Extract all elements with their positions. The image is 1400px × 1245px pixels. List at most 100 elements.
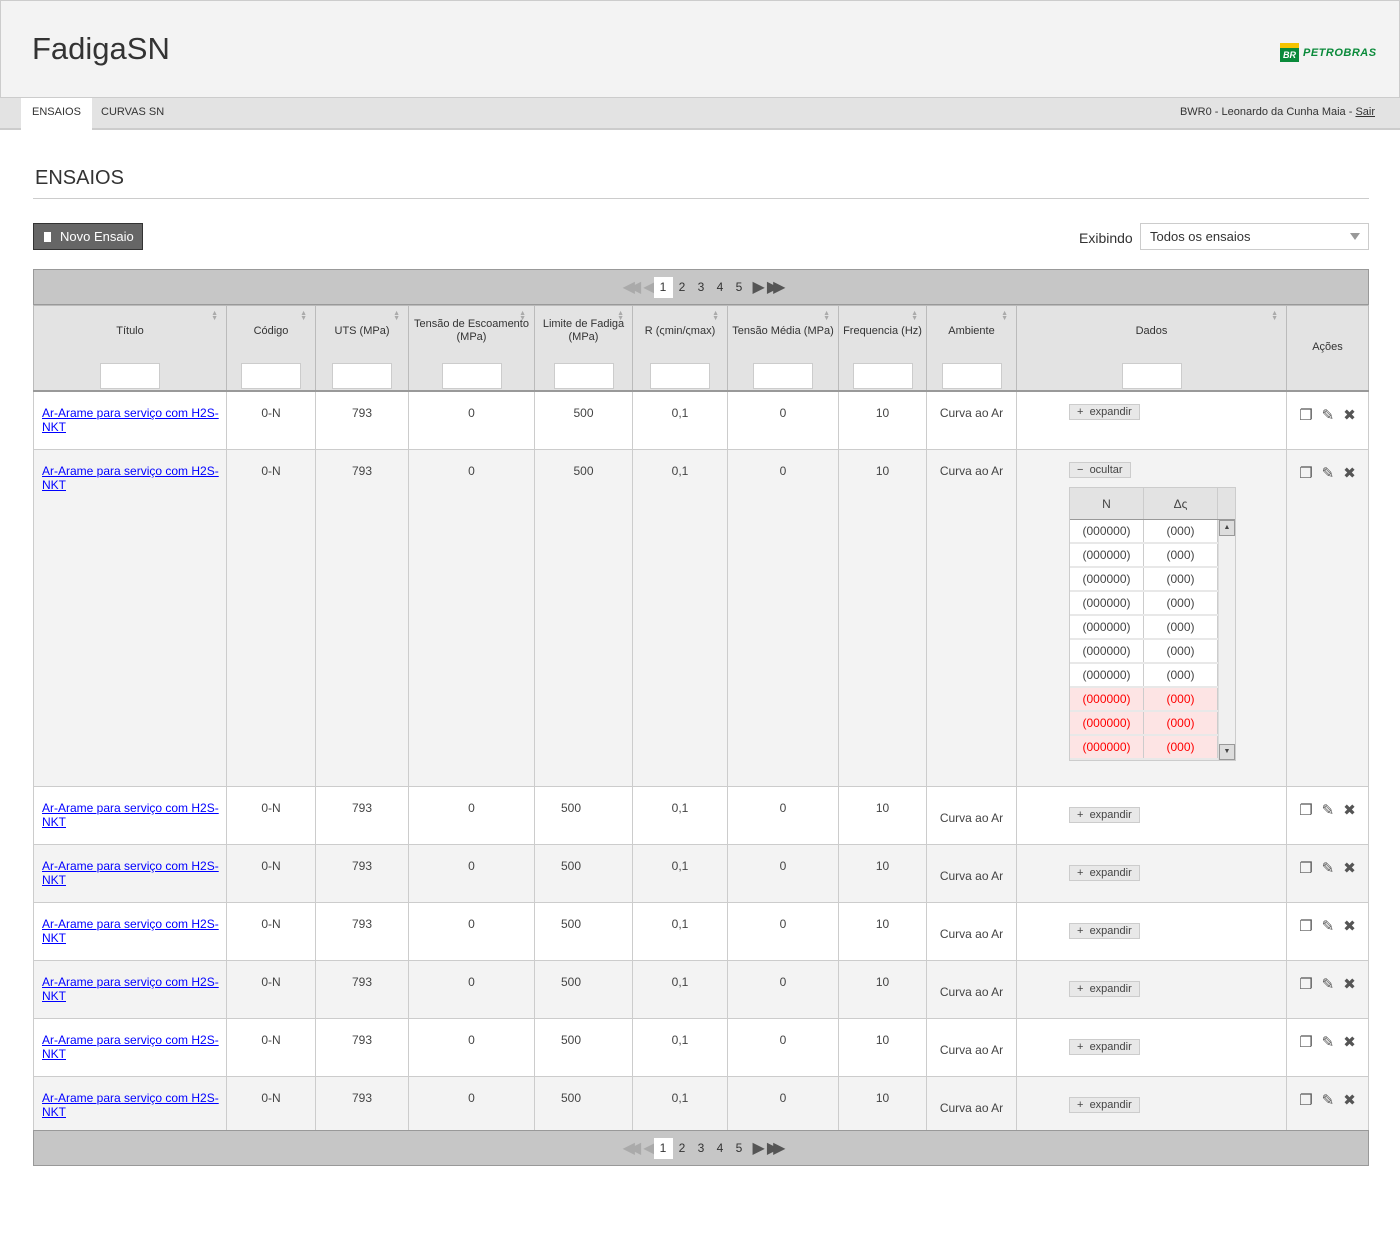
title-link[interactable]: Ar-Arame para serviço com H2S-NKT xyxy=(42,464,219,492)
delete-icon[interactable]: ✖ xyxy=(1343,975,1356,993)
edit-icon[interactable]: ✎ xyxy=(1322,975,1335,993)
edit-icon[interactable]: ✎ xyxy=(1322,406,1335,424)
column-header[interactable]: Título ▲ ▼ xyxy=(33,305,227,392)
page-link[interactable]: 4 xyxy=(711,277,730,298)
scroll-down-icon[interactable]: ▼ xyxy=(1219,743,1235,760)
edit-icon[interactable]: ✎ xyxy=(1322,1091,1335,1109)
title-cell: Ar-Arame para serviço com H2S-NKT xyxy=(33,959,227,1019)
first-page-icon[interactable]: ◀◀ xyxy=(623,1138,641,1158)
copy-icon[interactable]: ❐ xyxy=(1299,1091,1312,1109)
scroll-up-icon[interactable]: ▲ xyxy=(1219,519,1235,536)
column-filter-input[interactable] xyxy=(852,363,913,389)
next-page-icon[interactable]: ▶ xyxy=(753,277,766,297)
actions-cell: ❐ ✎ ✖ xyxy=(1286,448,1369,787)
sort-icon[interactable]: ▲ ▼ xyxy=(823,310,830,322)
column-filter-input[interactable] xyxy=(941,363,1002,389)
sort-icon[interactable]: ▲ ▼ xyxy=(393,310,400,322)
column-header[interactable]: Código ▲ ▼ xyxy=(226,305,316,392)
page-link[interactable]: 5 xyxy=(730,277,749,298)
column-header[interactable]: UTS (MPa) ▲ ▼ xyxy=(315,305,409,392)
collapse-button[interactable]: − ocultar xyxy=(1069,461,1131,478)
prev-page-icon[interactable]: ◀ xyxy=(643,1138,656,1158)
column-filter-input[interactable] xyxy=(753,363,813,389)
page-link[interactable]: 4 xyxy=(711,1138,730,1159)
filter-select[interactable]: Todos os ensaios xyxy=(1140,223,1369,250)
page-link[interactable]: 1 xyxy=(653,276,673,298)
title-link[interactable]: Ar-Arame para serviço com H2S-NKT xyxy=(42,801,219,829)
sort-icon[interactable]: ▲ ▼ xyxy=(211,310,218,322)
copy-icon[interactable]: ❐ xyxy=(1299,975,1312,993)
column-filter-input[interactable] xyxy=(553,363,614,389)
sort-icon[interactable]: ▲ ▼ xyxy=(1001,310,1008,322)
copy-icon[interactable]: ❐ xyxy=(1299,801,1312,819)
page-link[interactable]: 2 xyxy=(673,1138,692,1159)
copy-icon[interactable]: ❐ xyxy=(1299,917,1312,935)
sort-icon[interactable]: ▲ ▼ xyxy=(519,310,526,322)
column-header[interactable]: R (ςmin/ςmax) ▲ ▼ xyxy=(632,305,728,392)
title-link[interactable]: Ar-Arame para serviço com H2S-NKT xyxy=(42,1033,219,1061)
title-link[interactable]: Ar-Arame para serviço com H2S-NKT xyxy=(42,975,219,1003)
page-link[interactable]: 5 xyxy=(730,1138,749,1159)
delete-icon[interactable]: ✖ xyxy=(1343,1033,1356,1051)
title-link[interactable]: Ar-Arame para serviço com H2S-NKT xyxy=(42,1091,219,1119)
sort-icon[interactable]: ▲ ▼ xyxy=(617,310,624,322)
page-link[interactable]: 3 xyxy=(692,1138,711,1159)
edit-icon[interactable]: ✎ xyxy=(1322,917,1335,935)
delete-icon[interactable]: ✖ xyxy=(1343,464,1356,482)
sort-icon[interactable]: ▲ ▼ xyxy=(1271,310,1278,322)
expand-button[interactable]: + expandir xyxy=(1069,1038,1140,1055)
column-header[interactable]: Tensão de Escoamento (MPa) ▲ ▼ xyxy=(408,305,535,392)
expand-button[interactable]: + expandir xyxy=(1069,864,1140,881)
title-cell: Ar-Arame para serviço com H2S-NKT xyxy=(33,901,227,961)
edit-icon[interactable]: ✎ xyxy=(1322,859,1335,877)
copy-icon[interactable]: ❐ xyxy=(1299,859,1312,877)
first-page-icon[interactable]: ◀◀ xyxy=(623,277,641,297)
last-page-icon[interactable]: ▶▶ xyxy=(767,277,785,297)
column-filter-input[interactable] xyxy=(1121,363,1182,389)
column-filter-input[interactable] xyxy=(332,363,392,389)
scrollbar[interactable]: ▲ ▼ xyxy=(1218,519,1235,760)
page-link[interactable]: 1 xyxy=(653,1137,673,1159)
delete-icon[interactable]: ✖ xyxy=(1343,1091,1356,1109)
logout-link[interactable]: Sair xyxy=(1355,106,1375,118)
copy-icon[interactable]: ❐ xyxy=(1299,464,1312,482)
column-header[interactable]: Tensão Média (MPa) ▲ ▼ xyxy=(727,305,839,392)
column-header[interactable]: Limite de Fadiga (MPa) ▲ ▼ xyxy=(534,305,633,392)
sort-icon[interactable]: ▲ ▼ xyxy=(911,310,918,322)
next-page-icon[interactable]: ▶ xyxy=(753,1138,766,1158)
expand-button[interactable]: + expandir xyxy=(1069,1096,1140,1113)
delete-icon[interactable]: ✖ xyxy=(1343,801,1356,819)
delete-icon[interactable]: ✖ xyxy=(1343,917,1356,935)
new-ensaio-button[interactable]: Novo Ensaio xyxy=(33,223,143,250)
page-link[interactable]: 2 xyxy=(673,277,692,298)
column-header[interactable]: Dados ▲ ▼ xyxy=(1016,305,1287,392)
column-header[interactable]: Frequencia (Hz) ▲ ▼ xyxy=(838,305,927,392)
edit-icon[interactable]: ✎ xyxy=(1322,1033,1335,1051)
copy-icon[interactable]: ❐ xyxy=(1299,406,1312,424)
tab-ensaios[interactable]: ENSAIOS xyxy=(21,98,92,131)
expand-button[interactable]: + expandir xyxy=(1069,980,1140,997)
delete-icon[interactable]: ✖ xyxy=(1343,406,1356,424)
last-page-icon[interactable]: ▶▶ xyxy=(767,1138,785,1158)
title-link[interactable]: Ar-Arame para serviço com H2S-NKT xyxy=(42,859,219,887)
tab-curvas-sn[interactable]: CURVAS SN xyxy=(90,98,175,130)
sort-icon[interactable]: ▲ ▼ xyxy=(300,310,307,322)
expand-button[interactable]: + expandir xyxy=(1069,404,1140,420)
title-link[interactable]: Ar-Arame para serviço com H2S-NKT xyxy=(42,406,219,434)
edit-icon[interactable]: ✎ xyxy=(1322,464,1335,482)
page-link[interactable]: 3 xyxy=(692,277,711,298)
title-link[interactable]: Ar-Arame para serviço com H2S-NKT xyxy=(42,917,219,945)
sort-icon[interactable]: ▲ ▼ xyxy=(712,310,719,322)
column-header[interactable]: Ambiente ▲ ▼ xyxy=(926,305,1017,392)
delete-icon[interactable]: ✖ xyxy=(1343,859,1356,877)
column-filter-input[interactable] xyxy=(100,363,160,389)
column-filter-input[interactable] xyxy=(241,363,301,389)
edit-icon[interactable]: ✎ xyxy=(1322,801,1335,819)
copy-icon[interactable]: ❐ xyxy=(1299,1033,1312,1051)
expand-button[interactable]: + expandir xyxy=(1069,806,1140,823)
prev-page-icon[interactable]: ◀ xyxy=(643,277,656,297)
column-header[interactable]: Ações xyxy=(1286,305,1369,392)
column-filter-input[interactable] xyxy=(650,363,710,389)
expand-button[interactable]: + expandir xyxy=(1069,922,1140,939)
column-filter-input[interactable] xyxy=(441,363,502,389)
